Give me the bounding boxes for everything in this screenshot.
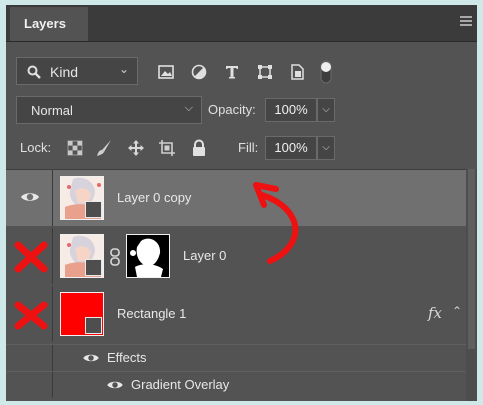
eye-icon bbox=[21, 193, 39, 201]
smart-object-filter-icon[interactable] bbox=[289, 64, 305, 80]
chevron-down-icon: ⌄ bbox=[118, 62, 129, 76]
lock-all-icon[interactable] bbox=[190, 139, 208, 157]
layer-thumbnail bbox=[60, 234, 104, 278]
layer-thumbnail bbox=[60, 176, 104, 220]
filter-row: Kind ⌄ bbox=[6, 53, 477, 89]
blend-mode-select[interactable]: Normal ⌵ bbox=[16, 96, 202, 124]
lock-transparent-pixels-icon[interactable] bbox=[66, 139, 84, 157]
layer-mask-thumbnail[interactable] bbox=[126, 234, 170, 278]
fill-dropdown-button[interactable]: ⌵ bbox=[317, 136, 335, 160]
fx-icon[interactable]: fx bbox=[428, 304, 442, 322]
smart-object-badge-icon bbox=[85, 259, 102, 276]
blend-mode-value: Normal bbox=[31, 103, 73, 118]
type-filter-icon[interactable] bbox=[224, 64, 240, 80]
chevron-down-icon: ⌵ bbox=[184, 102, 193, 114]
lock-artboard-icon[interactable] bbox=[158, 139, 176, 157]
filter-toggle-icon[interactable] bbox=[320, 60, 332, 84]
kind-filter-select[interactable]: Kind ⌄ bbox=[16, 57, 138, 85]
lock-label: Lock: bbox=[20, 140, 52, 155]
lock-row: Lock: Fill: 100% ⌵ bbox=[6, 133, 477, 163]
layer-row[interactable]: Rectangle 1 fx ⌃ bbox=[6, 286, 466, 342]
effect-item-row[interactable]: Gradient Overlay bbox=[6, 371, 466, 398]
effect-item-label: Gradient Overlay bbox=[131, 377, 230, 392]
layers-panel: Layers Kind ⌄ Normal ⌵ Opacity: 100% ⌵ L… bbox=[6, 5, 477, 401]
blend-row: Normal ⌵ Opacity: 100% ⌵ bbox=[6, 95, 477, 125]
layers-scrollbar[interactable] bbox=[466, 169, 477, 401]
visibility-toggle[interactable] bbox=[6, 170, 53, 226]
layer-row[interactable]: Layer 0 copy bbox=[6, 170, 466, 226]
panel-menu-icon[interactable] bbox=[460, 16, 472, 28]
layer-name[interactable]: Layer 0 bbox=[183, 248, 226, 263]
effects-row[interactable]: Effects bbox=[6, 344, 466, 371]
panel-tabbar: Layers bbox=[6, 5, 477, 42]
opacity-dropdown-button[interactable]: ⌵ bbox=[317, 98, 335, 122]
adjustment-filter-icon[interactable] bbox=[191, 64, 207, 80]
layer-thumbnail bbox=[60, 292, 104, 336]
opacity-label: Opacity: bbox=[208, 102, 256, 117]
layer-name[interactable]: Layer 0 copy bbox=[117, 190, 191, 205]
visibility-toggle[interactable] bbox=[6, 372, 53, 398]
layer-row[interactable]: Layer 0 bbox=[6, 228, 466, 284]
red-x-mark-icon bbox=[14, 241, 48, 273]
search-icon bbox=[27, 65, 41, 79]
red-x-mark-icon bbox=[14, 301, 48, 330]
visibility-toggle[interactable] bbox=[6, 345, 53, 371]
smart-object-badge-icon bbox=[85, 201, 102, 218]
tab-layers[interactable]: Layers bbox=[10, 7, 88, 41]
kind-filter-label: Kind bbox=[50, 64, 79, 80]
lock-position-icon[interactable] bbox=[127, 139, 145, 157]
shape-badge-icon bbox=[85, 317, 102, 334]
mask-thumbnail-icon bbox=[127, 235, 169, 277]
fill-input[interactable]: 100% bbox=[265, 136, 317, 160]
lock-image-pixels-icon[interactable] bbox=[95, 139, 113, 157]
scrollbar-thumb[interactable] bbox=[468, 169, 475, 349]
shape-filter-icon[interactable] bbox=[257, 64, 273, 80]
chevron-up-icon[interactable]: ⌃ bbox=[452, 304, 462, 318]
image-filter-icon[interactable] bbox=[158, 64, 174, 80]
eye-icon[interactable] bbox=[106, 379, 124, 391]
eye-icon[interactable] bbox=[82, 352, 100, 364]
red-curved-arrow-icon bbox=[253, 182, 299, 264]
effects-label: Effects bbox=[107, 350, 147, 365]
fill-label: Fill: bbox=[238, 140, 259, 155]
chain-link-icon[interactable] bbox=[110, 248, 120, 266]
layer-name[interactable]: Rectangle 1 bbox=[117, 306, 186, 321]
opacity-input[interactable]: 100% bbox=[265, 98, 317, 122]
